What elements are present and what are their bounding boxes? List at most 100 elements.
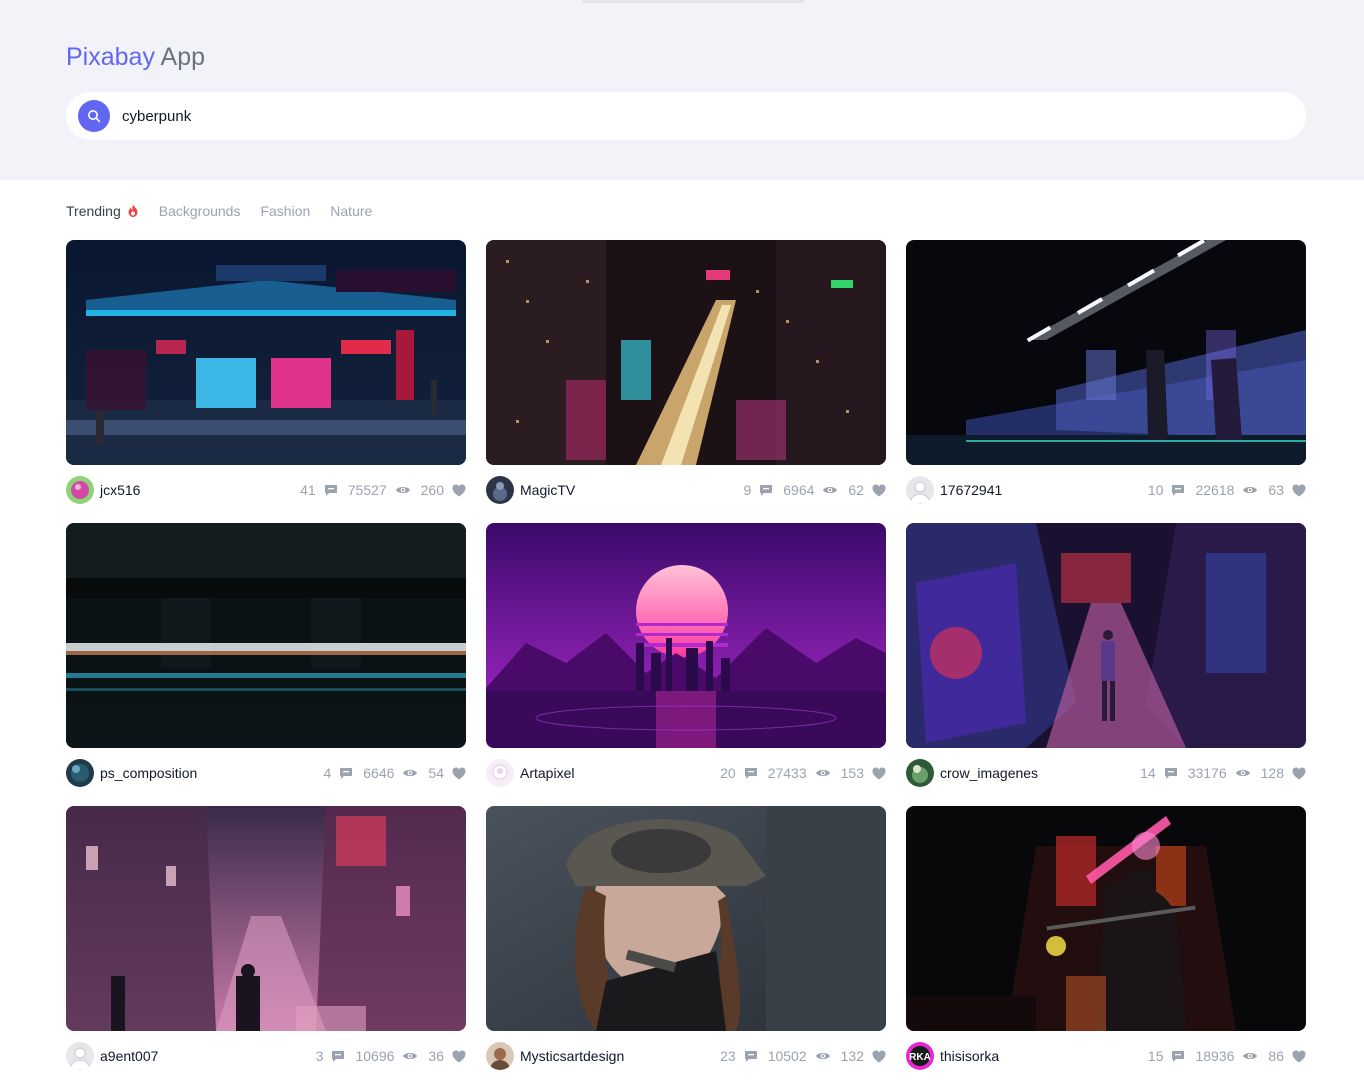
image-thumbnail[interactable] <box>66 240 466 465</box>
heart-icon[interactable] <box>452 1050 466 1063</box>
like-count: 62 <box>848 482 864 498</box>
card-stats: 10 22618 63 <box>1148 482 1306 498</box>
heart-icon[interactable] <box>1292 767 1306 780</box>
header: Pixabay App <box>0 0 1364 180</box>
image-thumbnail[interactable] <box>486 240 886 465</box>
tab-nature[interactable]: Nature <box>330 203 372 219</box>
image-thumbnail[interactable] <box>906 806 1306 1031</box>
search-icon <box>87 109 101 123</box>
image-card: Mysticsartdesign 23 10502 132 <box>486 806 886 1070</box>
eye-icon <box>815 767 831 779</box>
search-input[interactable] <box>122 92 1282 140</box>
view-count: 6964 <box>783 482 815 498</box>
comment-icon <box>1164 766 1178 780</box>
comment-icon <box>744 1049 758 1063</box>
card-meta: 17672941 10 22618 63 <box>906 476 1306 504</box>
tab-label: Nature <box>330 203 373 219</box>
avatar[interactable]: RKA <box>906 1042 934 1070</box>
tab-backgrounds[interactable]: Backgrounds <box>159 203 241 219</box>
top-drag-handle <box>582 0 804 3</box>
comment-icon <box>331 1049 345 1063</box>
username[interactable]: ps_composition <box>100 765 323 781</box>
comment-count: 15 <box>1147 1048 1164 1064</box>
heart-icon[interactable] <box>452 484 466 497</box>
image-thumbnail[interactable] <box>66 806 466 1031</box>
tab-fashion[interactable]: Fashion <box>260 203 310 219</box>
search-button[interactable] <box>78 100 110 132</box>
like-count: 63 <box>1268 482 1284 498</box>
tab-trending[interactable]: Trending <box>66 203 139 219</box>
image-thumbnail[interactable] <box>486 806 886 1031</box>
image-card: ps_composition 4 6646 54 <box>66 523 466 787</box>
image-card: jcx516 41 75527 260 <box>66 240 466 504</box>
image-thumbnail[interactable] <box>906 240 1306 465</box>
card-stats: 15 18936 86 <box>1148 1048 1306 1064</box>
eye-icon <box>1242 1050 1258 1062</box>
like-count: 153 <box>840 765 864 781</box>
comment-count: 41 <box>300 482 316 498</box>
card-stats: 20 27433 153 <box>720 765 886 781</box>
svg-text:RKA: RKA <box>909 1052 931 1063</box>
username[interactable]: MagicTV <box>520 482 743 498</box>
heart-icon[interactable] <box>1292 1050 1306 1063</box>
username[interactable]: crow_imagenes <box>940 765 1140 781</box>
comment-icon <box>324 483 338 497</box>
tab-label: Fashion <box>260 203 311 219</box>
heart-icon[interactable] <box>452 767 466 780</box>
eye-icon <box>395 484 411 496</box>
heart-icon[interactable] <box>872 1050 886 1063</box>
app-brand: Pixabay <box>66 43 155 71</box>
image-thumbnail[interactable] <box>66 523 466 748</box>
username[interactable]: Artapixel <box>520 765 720 781</box>
view-count: 27433 <box>767 765 807 781</box>
image-card: Artapixel 20 27433 153 <box>486 523 886 787</box>
like-count: 128 <box>1260 765 1284 781</box>
view-count: 6646 <box>363 765 395 781</box>
avatar[interactable] <box>486 1042 514 1070</box>
eye-icon <box>815 1050 831 1062</box>
comment-icon <box>1171 483 1185 497</box>
image-thumbnail[interactable] <box>906 523 1306 748</box>
category-tabs: Trending Backgrounds Fashion Nature <box>66 201 392 221</box>
tab-label: Trending <box>66 203 121 219</box>
heart-icon[interactable] <box>872 767 886 780</box>
comment-count: 14 <box>1140 765 1156 781</box>
comment-icon <box>744 766 758 780</box>
card-meta: ps_composition 4 6646 54 <box>66 759 466 787</box>
username[interactable]: a9ent007 <box>100 1048 316 1064</box>
comment-count: 9 <box>743 482 752 498</box>
card-meta: Artapixel 20 27433 153 <box>486 759 886 787</box>
heart-icon[interactable] <box>872 484 886 497</box>
username[interactable]: thisisorka <box>940 1048 1148 1064</box>
eye-icon <box>822 484 838 496</box>
heart-icon[interactable] <box>1292 484 1306 497</box>
username[interactable]: jcx516 <box>100 482 300 498</box>
username[interactable]: 17672941 <box>940 482 1148 498</box>
app-title: Pixabay App <box>66 42 205 72</box>
username[interactable]: Mysticsartdesign <box>520 1048 720 1064</box>
avatar[interactable] <box>486 759 514 787</box>
avatar[interactable] <box>66 1042 94 1070</box>
like-count: 132 <box>840 1048 864 1064</box>
like-count: 86 <box>1268 1048 1284 1064</box>
card-stats: 23 10502 132 <box>720 1048 886 1064</box>
image-thumbnail[interactable] <box>486 523 886 748</box>
avatar[interactable] <box>906 759 934 787</box>
tab-label: Backgrounds <box>158 203 241 219</box>
card-stats: 9 6964 62 <box>743 482 886 498</box>
card-meta: Mysticsartdesign 23 10502 132 <box>486 1042 886 1070</box>
avatar[interactable] <box>486 476 514 504</box>
eye-icon <box>1242 484 1258 496</box>
avatar[interactable] <box>66 759 94 787</box>
comment-icon <box>1171 1049 1185 1063</box>
view-count: 75527 <box>347 482 387 498</box>
comment-icon <box>339 766 353 780</box>
search-bar <box>66 92 1306 140</box>
avatar[interactable] <box>66 476 94 504</box>
eye-icon <box>402 1050 418 1062</box>
card-meta: RKA thisisorka 15 18936 86 <box>906 1042 1306 1070</box>
card-stats: 41 75527 260 <box>300 482 466 498</box>
image-card: RKA thisisorka 15 18936 86 <box>906 806 1306 1070</box>
avatar[interactable] <box>906 476 934 504</box>
card-meta: MagicTV 9 6964 62 <box>486 476 886 504</box>
